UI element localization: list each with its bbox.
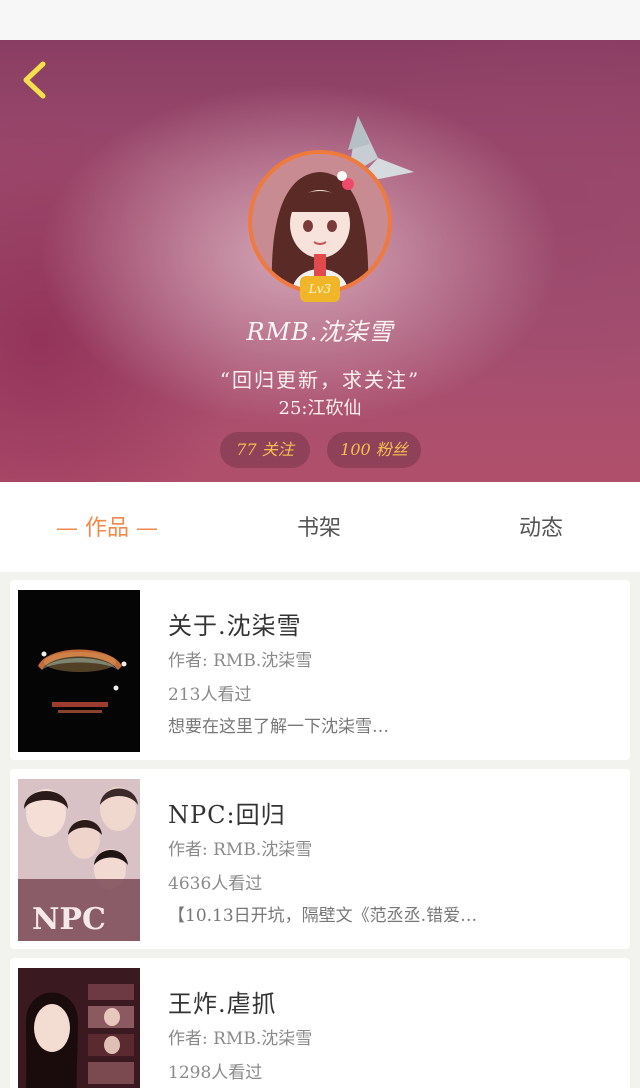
book-author: 作者: RMB.沈柒雪	[168, 651, 313, 671]
book-description: 想要在这里了解一下沈柒雪…	[168, 717, 389, 737]
book-cover: NPC	[18, 779, 140, 941]
fans-count-button[interactable]: 100 粉丝	[327, 432, 421, 468]
username: RMB.沈柒雪	[246, 318, 394, 346]
back-button[interactable]	[16, 58, 56, 102]
book-cover	[18, 968, 140, 1088]
signature-line-2: 25:江砍仙	[278, 398, 362, 419]
status-bar	[0, 0, 640, 40]
avatar[interactable]	[248, 150, 392, 294]
svg-text:NPC: NPC	[32, 902, 106, 937]
tab-bar: — 作品 — 书架 动态	[0, 482, 640, 572]
book-view-count: 213人看过	[168, 685, 252, 705]
book-card[interactable]: 王炸.虐抓 作者: RMB.沈柒雪 1298人看过	[10, 958, 630, 1088]
book-view-count: 1298人看过	[168, 1063, 263, 1083]
avatar-image	[248, 150, 392, 294]
signature: “回归更新，求关注”	[219, 368, 421, 392]
profile-header: Lv3 RMB.沈柒雪 “回归更新，求关注” 25:江砍仙 77 关注 100 …	[0, 40, 640, 482]
level-badge: Lv3	[300, 276, 340, 302]
book-card[interactable]: NPC NPC:回归 作者: RMB.沈柒雪 4636人看过 【10.13日开坑…	[10, 769, 630, 949]
tab-activity[interactable]: 动态	[486, 512, 596, 546]
book-cover	[18, 590, 140, 752]
book-author: 作者: RMB.沈柒雪	[168, 840, 313, 860]
book-title: NPC:回归	[168, 801, 286, 829]
book-view-count: 4636人看过	[168, 874, 263, 894]
tab-works[interactable]: — 作品 —	[40, 512, 174, 546]
book-card[interactable]: 关于.沈柒雪 作者: RMB.沈柒雪 213人看过 想要在这里了解一下沈柒雪…	[10, 580, 630, 760]
chevron-left-icon	[23, 61, 46, 99]
book-description: 【10.13日开坑，隔壁文《范丞丞.错爱…	[168, 906, 478, 926]
tab-bookshelf[interactable]: 书架	[264, 512, 374, 546]
follow-count-button[interactable]: 77 关注	[220, 432, 310, 468]
book-title: 王炸.虐抓	[168, 990, 277, 1018]
book-title: 关于.沈柒雪	[168, 612, 302, 640]
book-author: 作者: RMB.沈柒雪	[168, 1029, 313, 1049]
